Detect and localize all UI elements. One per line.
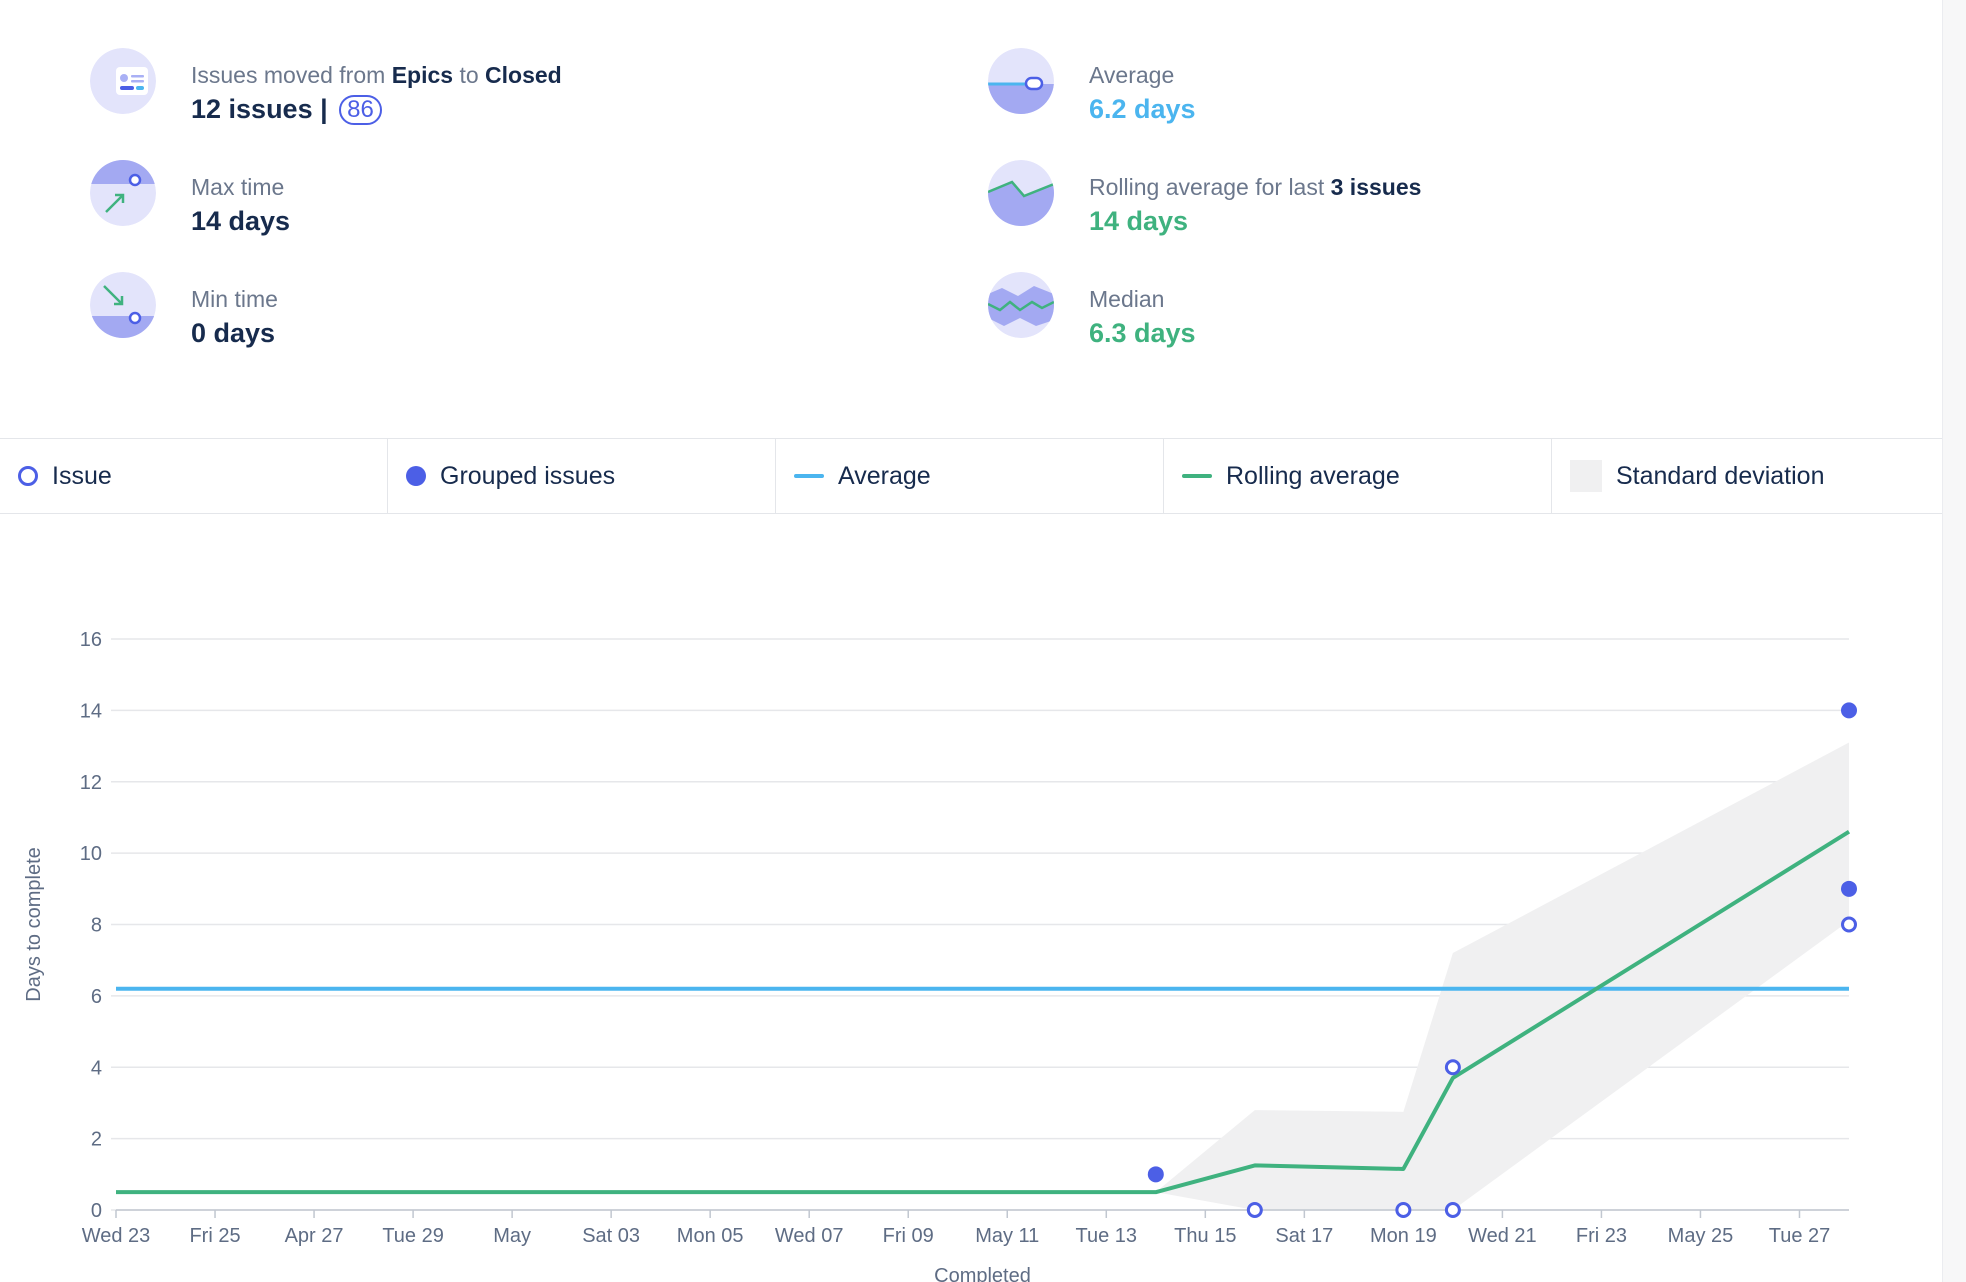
grouped-issue-point xyxy=(1147,1166,1164,1183)
x-tick-label: Wed 23 xyxy=(82,1225,151,1247)
x-tick-label: Wed 07 xyxy=(775,1225,844,1247)
x-tick-label: May 25 xyxy=(1668,1225,1734,1247)
x-tick-label: May 11 xyxy=(975,1225,1039,1247)
stat-value: 0 days xyxy=(191,318,276,348)
issue-point xyxy=(1246,1202,1263,1218)
issue-point xyxy=(1444,1202,1461,1218)
grouped-issues-marker-icon xyxy=(406,466,426,486)
legend-label: Standard deviation xyxy=(1616,461,1825,490)
stat-min-time: Min time 0 days xyxy=(90,272,278,350)
x-tick-label: May xyxy=(493,1225,531,1247)
x-tick-label: Mon 19 xyxy=(1370,1225,1437,1247)
chart-legend: Issue Grouped issues Average Rolling ave… xyxy=(0,438,1942,514)
issue-count-badge[interactable]: 86 xyxy=(339,95,382,125)
stat-label-prefix: Issues moved from xyxy=(191,62,392,88)
legend-label: Rolling average xyxy=(1226,461,1400,490)
rolling-window: 3 issues xyxy=(1330,174,1422,200)
y-tick-label: 16 xyxy=(80,629,102,651)
stat-value: 12 issues | xyxy=(191,94,328,124)
y-tick-label: 6 xyxy=(91,986,102,1008)
y-tick-label: 4 xyxy=(91,1057,102,1079)
legend-label: Issue xyxy=(52,461,112,490)
stat-label: Median xyxy=(1089,286,1165,312)
stat-max-time: Max time 14 days xyxy=(90,160,290,238)
scrollbar-track[interactable] xyxy=(1942,0,1966,1282)
legend-item-issue[interactable]: Issue xyxy=(0,439,388,513)
stat-average: Average 6.2 days xyxy=(988,48,1196,126)
stat-label-prefix: Rolling average for last xyxy=(1089,174,1331,200)
grouped-issue-point xyxy=(1841,702,1857,719)
issue-point xyxy=(1841,916,1857,933)
x-tick-label: Thu 15 xyxy=(1174,1225,1236,1247)
standard-deviation-area-icon xyxy=(1570,460,1602,492)
stat-label: Issues moved from Epics to Closed xyxy=(191,61,562,89)
stat-value: 14 days xyxy=(191,206,291,236)
stat-value: 6.2 days xyxy=(1089,94,1196,124)
x-tick-label: Fri 23 xyxy=(1576,1225,1627,1247)
x-axis-label: Completed xyxy=(934,1265,1031,1282)
y-tick-label: 8 xyxy=(91,915,102,937)
y-tick-label: 14 xyxy=(80,700,102,722)
control-chart-report: Issues moved from Epics to Closed 12 iss… xyxy=(0,0,1966,1282)
issue-card-icon xyxy=(90,48,156,114)
x-tick-label: Tue 27 xyxy=(1769,1225,1831,1247)
stat-value: 6.3 days xyxy=(1089,318,1196,348)
stat-label: Max time xyxy=(191,174,285,200)
min-time-arrow-down-icon xyxy=(90,272,156,338)
legend-label: Average xyxy=(838,461,931,490)
x-tick-label: Fri 09 xyxy=(883,1225,934,1247)
control-chart: 0 2 4 6 8 10 12 14 16 Wed 23 Fri 25 Apr 27 Tue 29 May… xyxy=(23,629,1857,1282)
average-slider-icon xyxy=(988,48,1054,114)
y-tick-label: 2 xyxy=(91,1129,102,1151)
median-wave-icon xyxy=(988,272,1054,338)
stat-issues-moved: Issues moved from Epics to Closed 12 iss… xyxy=(90,48,562,126)
to-status: Closed xyxy=(485,62,562,88)
x-tick-label: Sat 17 xyxy=(1275,1225,1333,1247)
x-tick-label: Wed 21 xyxy=(1468,1225,1537,1247)
y-tick-label: 0 xyxy=(91,1200,102,1222)
stat-label: Average xyxy=(1089,62,1175,88)
y-tick-label: 10 xyxy=(80,843,102,865)
max-time-arrow-up-icon xyxy=(90,160,156,226)
y-axis-label: Days to complete xyxy=(23,847,45,1002)
x-tick-label: Fri 25 xyxy=(189,1225,240,1247)
legend-item-grouped-issues[interactable]: Grouped issues xyxy=(388,439,776,513)
x-tick-label: Tue 13 xyxy=(1076,1225,1138,1247)
legend-item-standard-deviation[interactable]: Standard deviation xyxy=(1552,439,1940,513)
legend-item-average[interactable]: Average xyxy=(776,439,1164,513)
from-status: Epics xyxy=(391,62,454,88)
legend-item-rolling-average[interactable]: Rolling average xyxy=(1164,439,1552,513)
x-tick-label: Apr 27 xyxy=(285,1225,344,1247)
x-tick-label: Mon 05 xyxy=(677,1225,744,1247)
stat-label-mid: to xyxy=(453,62,486,88)
x-tick-label: Sat 03 xyxy=(582,1225,640,1247)
rolling-average-line-icon xyxy=(1182,474,1212,478)
x-tick-label: Tue 29 xyxy=(382,1225,444,1247)
rolling-average-wave-icon xyxy=(988,160,1054,226)
issue-point xyxy=(1444,1059,1461,1076)
standard-deviation-band xyxy=(1155,742,1849,1210)
stat-rolling-average: Rolling average for last 3 issues 14 day… xyxy=(988,160,1421,238)
issue-point xyxy=(1395,1202,1412,1218)
stat-median: Median 6.3 days xyxy=(988,272,1196,350)
issue-marker-icon xyxy=(18,466,38,486)
stat-value: 14 days xyxy=(1089,206,1189,236)
grouped-issue-point xyxy=(1841,880,1857,897)
stat-label: Min time xyxy=(191,286,278,312)
average-line-icon xyxy=(794,474,824,478)
legend-label: Grouped issues xyxy=(440,461,616,490)
y-tick-label: 12 xyxy=(80,772,102,794)
stat-label: Rolling average for last 3 issues xyxy=(1089,173,1421,201)
